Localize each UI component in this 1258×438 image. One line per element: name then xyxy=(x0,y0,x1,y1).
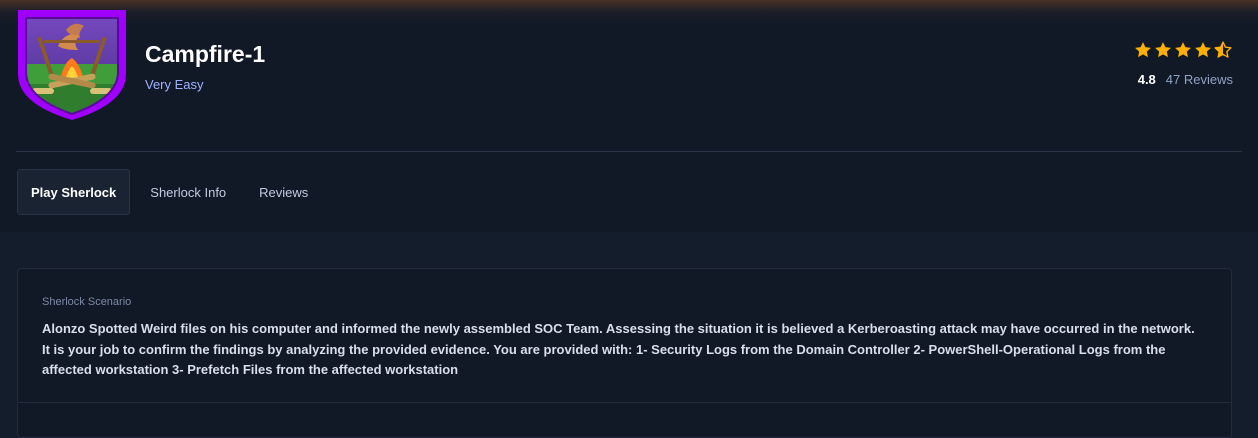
machine-header: Campfire-1 Very Easy 4.8 47 Reviews Play… xyxy=(0,0,1258,232)
rating-value: 4.8 xyxy=(1137,72,1156,87)
tab-bar: Play Sherlock Sherlock Info Reviews xyxy=(17,168,328,216)
tab-reviews[interactable]: Reviews xyxy=(246,169,321,215)
scenario-divider xyxy=(18,402,1231,403)
star-full-icon xyxy=(1195,42,1211,58)
scenario-text: Alonzo Spotted Weird files on his comput… xyxy=(42,321,1195,377)
difficulty-label: Very Easy xyxy=(145,77,204,92)
header-glow xyxy=(0,0,1258,26)
star-full-icon xyxy=(1155,42,1171,58)
tab-play-sherlock[interactable]: Play Sherlock xyxy=(17,169,131,215)
machine-title: Campfire-1 xyxy=(145,41,266,67)
star-half-icon xyxy=(1214,41,1232,58)
tab-sherlock-info[interactable]: Sherlock Info xyxy=(137,169,239,215)
scenario-label: Sherlock Scenario xyxy=(42,296,132,308)
star-rating[interactable] xyxy=(1133,40,1233,60)
star-full-icon xyxy=(1135,42,1151,58)
campfire-badge-icon xyxy=(18,10,126,120)
reviews-count-link[interactable]: 47 Reviews xyxy=(1166,72,1233,87)
star-full-icon xyxy=(1175,42,1191,58)
header-divider xyxy=(16,151,1242,152)
rating-summary: 4.8 47 Reviews xyxy=(1138,72,1233,87)
scenario-card: Sherlock Scenario Alonzo Spotted Weird f… xyxy=(17,268,1232,438)
